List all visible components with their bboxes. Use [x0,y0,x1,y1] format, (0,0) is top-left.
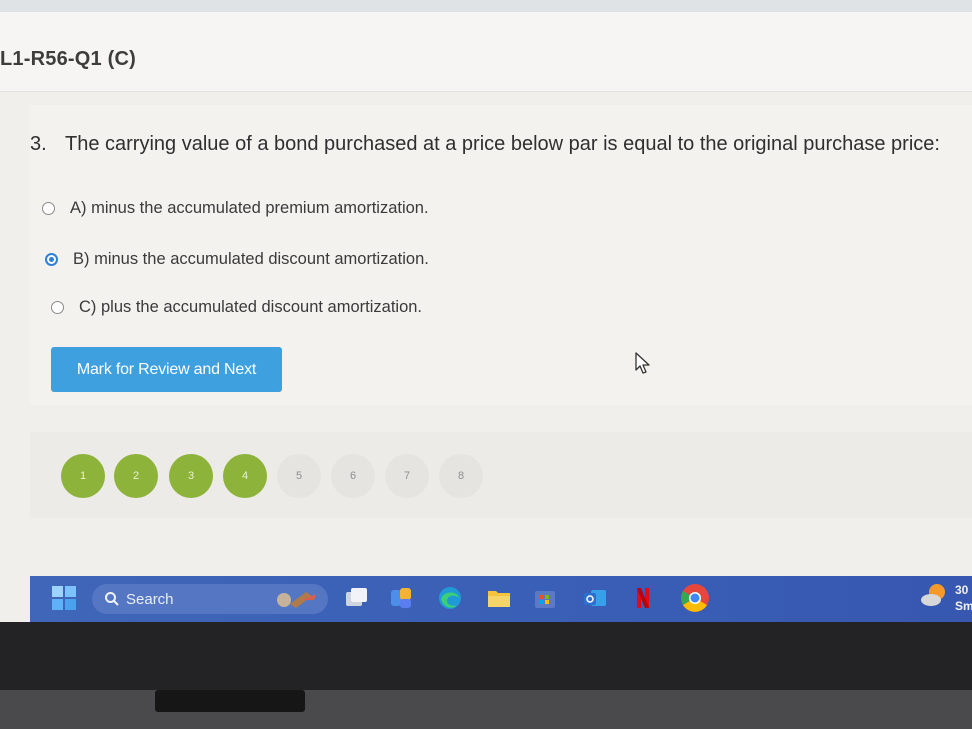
taskbar-search-box[interactable]: Search [92,584,328,614]
option-b[interactable]: B) minus the accumulated discount amorti… [45,246,429,272]
search-label: Search [126,590,174,608]
option-b-radio[interactable] [45,252,58,266]
page-button-1[interactable]: 1 [61,454,105,498]
page-button-7[interactable]: 7 [385,454,429,498]
microsoft-store-icon[interactable] [532,585,558,611]
option-b-label: B) minus the accumulated discount amorti… [73,249,429,268]
page-button-2[interactable]: 2 [114,454,158,498]
weather-temperature: 30 [955,583,969,597]
page-button-6[interactable]: 6 [331,454,375,498]
page-button-8[interactable]: 8 [439,454,483,498]
mouse-cursor-icon [635,352,650,374]
weather-icon[interactable] [918,580,950,612]
option-c[interactable]: C) plus the accumulated discount amortiz… [51,294,422,320]
desk-surface [0,690,972,729]
question-stem: The carrying value of a bond purchased a… [65,133,940,155]
question-panel: 3. The carrying value of a bond purchased… [30,105,972,405]
option-a[interactable]: A) minus the accumulated premium amortiz… [42,195,429,221]
page-button-4[interactable]: 4 [223,454,267,498]
option-a-radio[interactable] [42,201,55,215]
option-c-radio[interactable] [51,300,64,314]
file-explorer-icon[interactable] [486,585,512,611]
page-button-5[interactable]: 5 [277,454,321,498]
question-number: 3. [30,133,47,155]
browser-top-strip [0,0,972,12]
page-footer-space [0,520,972,575]
search-icon [105,592,119,606]
weather-widget[interactable]: 30 Sm [955,582,972,614]
copilot-icon[interactable] [272,586,320,612]
outlook-icon[interactable] [582,585,608,611]
netflix-icon[interactable] [630,585,656,611]
exam-screen: L1-R56-Q1 (C) 3. The carrying value of a … [0,0,972,622]
chrome-icon[interactable] [678,581,712,615]
windows-taskbar: Search 30 Sm [30,576,972,622]
weather-description: Sm [955,599,972,613]
question-text: 3. The carrying value of a bond purchased… [30,133,940,156]
option-c-label: C) plus the accumulated discount amortiz… [79,297,423,316]
question-navigator: 1 2 3 4 5 6 7 8 [30,432,972,518]
exam-header: L1-R56-Q1 (C) [0,12,972,92]
mark-for-review-next-button[interactable]: Mark for Review and Next [51,347,282,392]
windows-start-icon[interactable] [51,585,77,611]
task-view-icon[interactable] [343,585,369,611]
page-button-3[interactable]: 3 [169,454,213,498]
option-a-label: A) minus the accumulated premium amortiz… [70,198,429,217]
widgets-icon[interactable] [388,585,414,611]
exam-title: L1-R56-Q1 (C) [0,48,136,70]
edge-icon[interactable] [437,585,463,611]
monitor-stand [155,690,305,712]
